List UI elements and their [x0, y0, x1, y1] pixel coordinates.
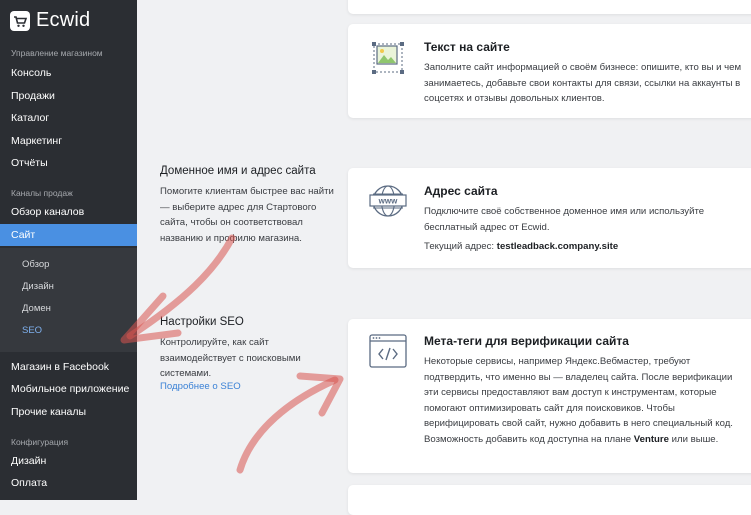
site-address-description: Подключите своё собственное доменное имя…	[424, 206, 705, 233]
seo-section-title: Настройки SEO	[160, 316, 244, 328]
sidebar-item-sales[interactable]: Продажи	[0, 85, 137, 107]
sidebar-item-mobile-app[interactable]: Мобильное приложение	[0, 378, 137, 400]
domain-section-title: Доменное имя и адрес сайта	[160, 165, 316, 177]
sidebar-item-facebook-store[interactable]: Магазин в Facebook	[0, 356, 137, 378]
meta-tags-text-part2: или выше.	[668, 433, 719, 445]
sidebar-item-site[interactable]: Сайт	[0, 224, 137, 246]
venture-plan-name: Venture	[633, 433, 669, 445]
sidebar-item-catalog[interactable]: Каталог	[0, 107, 137, 129]
sidebar: Ecwid Управление магазином Консоль Прода…	[0, 0, 137, 500]
next-card[interactable]	[348, 485, 751, 515]
ecwid-logo[interactable]: Ecwid	[10, 9, 90, 32]
meta-tags-text-part1: Некоторые сервисы, например Яндекс.Вебма…	[424, 356, 733, 445]
section-title-config: Конфигурация	[11, 437, 69, 447]
current-address-value[interactable]: testleadback.company.site	[497, 241, 618, 252]
meta-tags-card[interactable]: Мета-теги для верификации сайта Некоторы…	[348, 319, 751, 473]
www-label: www	[378, 197, 398, 206]
sidebar-item-reports[interactable]: Отчёты	[0, 152, 137, 174]
section-title-channels: Каналы продаж	[11, 188, 73, 198]
previous-card[interactable]	[348, 0, 751, 14]
current-address-label: Текущий адрес:	[424, 241, 497, 252]
subnav-item-seo[interactable]: SEO	[22, 325, 42, 336]
site-subnav: Обзор Дизайн Домен SEO	[0, 248, 137, 352]
site-text-card[interactable]: Текст на сайте Заполните сайт информацие…	[348, 24, 751, 118]
sidebar-item-payment[interactable]: Оплата	[0, 472, 137, 494]
sidebar-item-channels-overview[interactable]: Обзор каналов	[0, 201, 137, 223]
subnav-item-overview[interactable]: Обзор	[22, 259, 49, 270]
subnav-item-design[interactable]: Дизайн	[22, 281, 54, 292]
section-title-store: Управление магазином	[11, 48, 103, 58]
main-content: Текст на сайте Заполните сайт информацие…	[137, 0, 751, 515]
site-text-title: Текст на сайте	[424, 40, 510, 54]
seo-section-text: Контролируйте, как сайт взаимодействует …	[160, 337, 301, 379]
domain-section-text: Помогите клиентам быстрее вас найти — вы…	[160, 186, 334, 244]
logo-text: Ecwid	[36, 9, 91, 31]
current-address: Текущий адрес: testleadback.company.site	[424, 239, 751, 255]
image-icon	[372, 42, 404, 74]
meta-tags-title: Мета-теги для верификации сайта	[424, 334, 629, 348]
site-address-card[interactable]: www Адрес сайта Подключите своё собствен…	[348, 168, 751, 268]
sidebar-item-marketing[interactable]: Маркетинг	[0, 130, 137, 152]
seo-learn-more-link[interactable]: Подробнее о SEO	[160, 381, 241, 392]
meta-tags-description: Некоторые сервисы, например Яндекс.Вебма…	[424, 354, 749, 447]
code-window-icon	[369, 334, 407, 368]
site-text-description: Заполните сайт информацией о своём бизне…	[424, 62, 742, 104]
sidebar-item-other-channels[interactable]: Прочие каналы	[0, 401, 137, 423]
subnav-item-domain[interactable]: Домен	[22, 303, 51, 314]
site-address-title: Адрес сайта	[424, 184, 498, 198]
cart-logo-icon	[10, 10, 30, 31]
sidebar-item-config-design[interactable]: Дизайн	[0, 450, 137, 472]
globe-www-icon: www	[369, 185, 407, 217]
sidebar-item-console[interactable]: Консоль	[0, 62, 137, 84]
